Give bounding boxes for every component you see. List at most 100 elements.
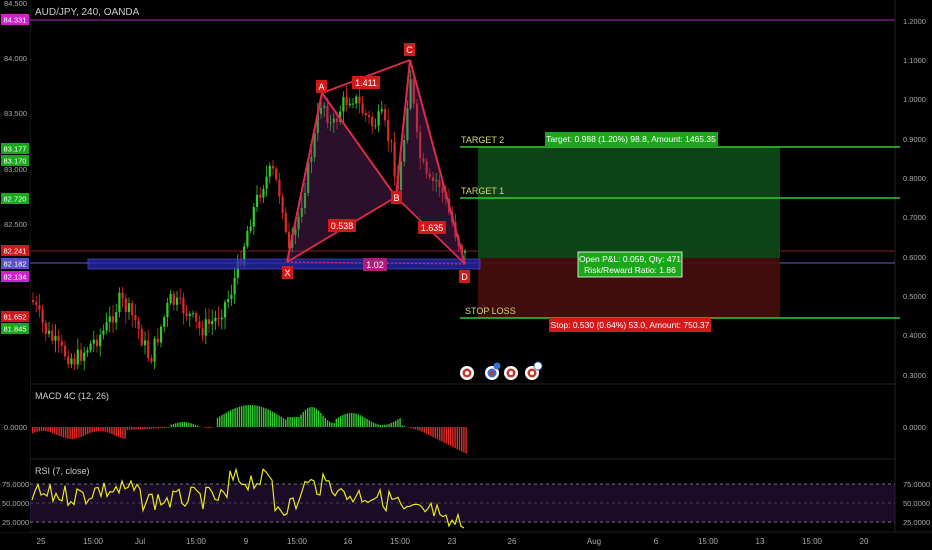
macd-bar [274, 412, 276, 427]
candle-body [259, 194, 262, 198]
macd-bar [247, 405, 249, 427]
macd-bar [355, 413, 357, 427]
macd-bar [430, 427, 432, 437]
macd-bar [357, 414, 359, 427]
candle-body [345, 97, 348, 105]
macd-bar [98, 427, 100, 432]
macd-bar [311, 407, 313, 427]
macd-bar [359, 415, 362, 427]
macd-bar [194, 424, 197, 427]
candle-body [92, 339, 95, 344]
svg-text:X: X [284, 268, 290, 278]
macd-bar [441, 427, 443, 442]
macd-bar [238, 406, 241, 427]
candle-body [278, 179, 281, 197]
macd-bar [370, 421, 373, 427]
candle-body [111, 316, 115, 323]
candle-body [57, 335, 60, 342]
macd-bar [267, 409, 269, 427]
candle-body [268, 165, 271, 177]
macd-bar [419, 427, 421, 431]
macd-bar [377, 424, 379, 427]
macd-bar [65, 427, 67, 439]
macd-bar [465, 427, 467, 454]
macd-bar [318, 410, 320, 427]
macd-bar [278, 415, 280, 427]
candle-body [127, 303, 131, 313]
svg-text:D: D [461, 272, 468, 282]
candle-body [51, 330, 54, 341]
candle-body [390, 140, 393, 143]
svg-text:82.182: 82.182 [4, 260, 27, 269]
macd-bar [60, 427, 62, 437]
right-tick-1-1000: 1.1000 [903, 56, 926, 65]
macd-bar [364, 417, 366, 427]
macd-bar [43, 427, 45, 432]
macd-bar [236, 407, 238, 427]
macd-bar [342, 415, 344, 427]
macd-bar [128, 427, 131, 430]
candle-body [172, 293, 175, 305]
macd-bar [373, 422, 375, 427]
rsi-left-75: 75.0000 [2, 480, 29, 489]
candle-body [275, 168, 278, 180]
macd-bar [304, 409, 307, 427]
macd-bar [335, 418, 337, 427]
macd-bar [289, 417, 291, 427]
candle-body [153, 338, 156, 362]
event-marker-icon[interactable] [460, 366, 474, 380]
candle-body [140, 329, 143, 346]
macd-bar [137, 427, 139, 430]
macd-bar [146, 427, 148, 429]
left-badge-84-331: 84.331 [1, 14, 29, 25]
rsi-title[interactable]: RSI (7, close) [35, 466, 90, 476]
macd-bar [390, 422, 392, 427]
candle-body [73, 358, 76, 365]
candle-body [377, 111, 380, 126]
trading-chart[interactable]: TARGET 2 TARGET 1 STOP LOSS Target: 0.98… [0, 0, 932, 550]
candle-body [463, 251, 467, 253]
macd-bar [170, 424, 172, 427]
macd-bar [161, 427, 164, 429]
macd-bar [93, 427, 95, 432]
macd-bar [175, 423, 177, 427]
svg-text:B: B [393, 193, 399, 203]
macd-bar [423, 427, 425, 433]
ratio-badge-bd: 1.635 [418, 221, 446, 234]
candle-body [198, 321, 201, 329]
candle-body [63, 345, 67, 357]
candle-body [249, 226, 252, 231]
right-tick-0-4000: 0.4000 [903, 331, 926, 340]
target1-label: TARGET 1 [461, 186, 504, 196]
macd-bar [333, 422, 335, 427]
macd-bar [410, 427, 412, 429]
left-badge-82-241: 82.241 [1, 245, 29, 256]
ratio-badge-xd: 1.02 [363, 258, 387, 271]
svg-text:82.134: 82.134 [4, 273, 27, 282]
left-badge-82-720: 82.720 [1, 193, 29, 204]
macd-title[interactable]: MACD 4C (12, 26) [35, 391, 109, 401]
macd-bar [157, 427, 159, 429]
event-marker-icon[interactable] [504, 366, 518, 380]
candle-body [342, 97, 345, 112]
candle-body [227, 298, 230, 303]
candle-body [95, 339, 99, 347]
symbol-title[interactable]: AUD/JPY, 240, OANDA [35, 7, 140, 18]
left-price-axis[interactable]: 84.500 84.000 83.500 83.000 82.500 84.33… [0, 0, 30, 532]
candle-body [214, 317, 217, 322]
macd-bar [80, 427, 82, 437]
macd-bar [265, 408, 267, 427]
svg-text:81.652: 81.652 [4, 313, 27, 322]
candle-body [351, 103, 355, 105]
candle-body [271, 165, 275, 169]
svg-text:83.177: 83.177 [4, 145, 27, 154]
macd-bar [131, 427, 133, 430]
candle-body [169, 293, 172, 303]
macd-bar [271, 411, 274, 427]
macd-bar [91, 427, 93, 433]
profit-zone[interactable] [478, 147, 780, 258]
macd-bar [447, 427, 450, 445]
x-tick: 15:00 [698, 537, 719, 546]
macd-bar [353, 413, 355, 427]
macd-bar [190, 423, 192, 427]
